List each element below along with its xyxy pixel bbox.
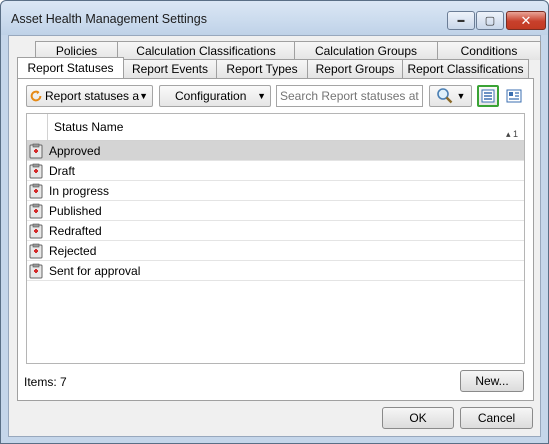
close-button[interactable]: ✕	[506, 11, 546, 30]
tab-row-front: Report Statuses Report Events Report Typ…	[17, 57, 529, 78]
list-view-icon	[481, 89, 495, 103]
dialog-body: Policies Calculation Classifications Cal…	[8, 35, 541, 437]
detail-view-button[interactable]	[504, 86, 524, 106]
search-icon	[436, 88, 452, 104]
tab-calculation-groups[interactable]: Calculation Groups	[294, 41, 438, 60]
report-status-icon	[29, 163, 43, 179]
tab-report-groups[interactable]: Report Groups	[307, 59, 403, 78]
tab-conditions[interactable]: Conditions	[437, 41, 541, 60]
list-view-button[interactable]	[477, 85, 499, 107]
report-status-icon	[29, 143, 43, 159]
row-status-name: Approved	[49, 144, 101, 158]
minimize-button[interactable]: ▬	[447, 11, 475, 30]
close-icon: ✕	[520, 12, 532, 28]
tab-report-statuses[interactable]: Report Statuses	[17, 57, 124, 78]
new-button[interactable]: New...	[460, 370, 524, 392]
tab-calculation-classifications[interactable]: Calculation Classifications	[117, 41, 295, 60]
column-header-status-name[interactable]: Status Name ▴ 1	[47, 114, 526, 140]
table-row[interactable]: Redrafted	[27, 221, 524, 241]
maximize-button[interactable]: ▢	[476, 11, 504, 30]
tab-report-classifications[interactable]: Report Classifications	[402, 59, 529, 78]
grid-header: Status Name ▴ 1	[27, 114, 524, 141]
report-status-icon	[29, 263, 43, 279]
minimize-icon: ▬	[457, 17, 465, 24]
row-status-name: Published	[49, 204, 102, 218]
row-status-name: Sent for approval	[49, 264, 141, 278]
title-bar: Asset Health Management Settings ▬ ▢ ✕	[1, 1, 548, 35]
grid-rows: Approved Draft In progress Published Redraft…	[27, 141, 524, 281]
tab-panel: Report statuses a ▼ Configuration ▼ ▼	[17, 78, 534, 401]
table-row[interactable]: Approved	[27, 141, 524, 161]
settings-window: Asset Health Management Settings ▬ ▢ ✕ P…	[0, 0, 549, 444]
view-combo-value: Report statuses a	[45, 89, 140, 103]
table-row[interactable]: Published	[27, 201, 524, 221]
view-combo[interactable]: Report statuses a ▼	[26, 85, 153, 107]
row-status-name: Draft	[49, 164, 76, 178]
ok-button[interactable]: OK	[382, 407, 454, 429]
maximize-icon: ▢	[484, 15, 496, 27]
column-header-label: Status Name	[54, 120, 124, 134]
table-row[interactable]: In progress	[27, 181, 524, 201]
configuration-dropdown[interactable]: Configuration ▼	[159, 85, 271, 107]
tab-report-events[interactable]: Report Events	[123, 59, 217, 78]
status-grid: Status Name ▴ 1 Approved Draft In progress…	[26, 113, 525, 364]
tab-report-types[interactable]: Report Types	[216, 59, 308, 78]
report-status-icon	[29, 203, 43, 219]
configuration-label: Configuration	[175, 89, 247, 103]
refresh-icon	[30, 90, 42, 102]
search-button[interactable]: ▼	[429, 85, 472, 107]
window-title: Asset Health Management Settings	[11, 12, 207, 26]
table-row[interactable]: Rejected	[27, 241, 524, 261]
row-status-name: Rejected	[49, 244, 97, 258]
search-input[interactable]	[276, 85, 423, 107]
row-status-name: Redrafted	[49, 224, 102, 238]
cancel-button[interactable]: Cancel	[460, 407, 533, 429]
table-row[interactable]: Sent for approval	[27, 261, 524, 281]
chevron-down-icon: ▼	[456, 91, 466, 101]
detail-view-icon	[506, 89, 522, 103]
report-status-icon	[29, 183, 43, 199]
row-status-name: In progress	[49, 184, 110, 198]
chevron-down-icon: ▼	[139, 91, 148, 101]
report-status-icon	[29, 223, 43, 239]
items-count: Items: 7	[24, 375, 67, 389]
chevron-down-icon: ▼	[257, 91, 266, 101]
report-status-icon	[29, 243, 43, 259]
table-row[interactable]: Draft	[27, 161, 524, 181]
